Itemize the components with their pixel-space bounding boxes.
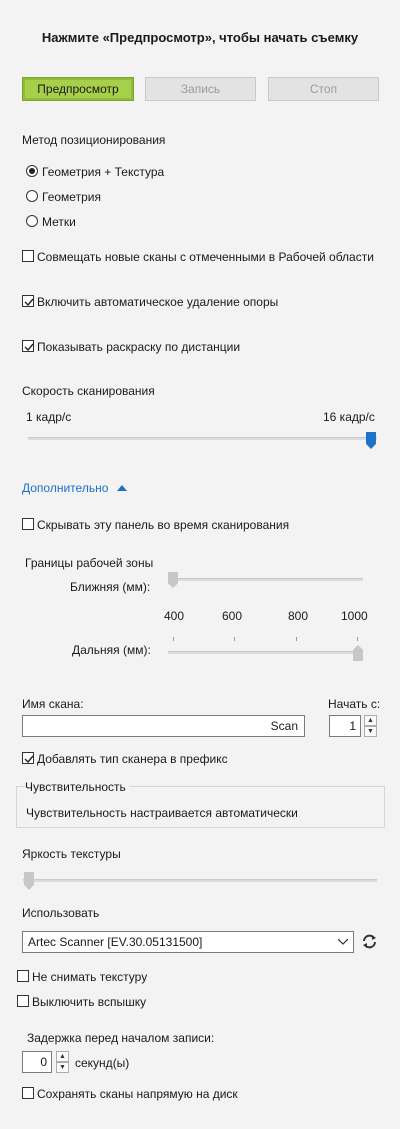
- checkbox-label: Скрывать эту панель во время сканировани…: [37, 518, 290, 532]
- near-label: Ближняя (мм):: [70, 580, 151, 594]
- radio-button[interactable]: [26, 215, 38, 227]
- checkbox-label: Выключить вспышку: [32, 995, 147, 1009]
- delay-unit-label: секунд(ы): [75, 1056, 130, 1070]
- checkbox-label: Не снимать текстуру: [32, 970, 148, 984]
- checkmark-icon: [24, 298, 34, 307]
- scan-speed-label: Скорость сканирования: [22, 384, 155, 398]
- record-button[interactable]: Запись: [145, 77, 256, 101]
- scan-speed-slider-thumb[interactable]: [366, 432, 376, 449]
- align-scans-checkbox[interactable]: Совмещать новые сканы с отмеченными в Ра…: [22, 250, 382, 264]
- tick-mark: [173, 637, 174, 641]
- near-slider-thumb[interactable]: [168, 572, 178, 588]
- increment-button[interactable]: ▲: [364, 715, 377, 726]
- work-zone-label: Границы рабочей зоны: [25, 556, 154, 570]
- radio-label: Метки: [42, 215, 76, 229]
- checkmark-icon: [24, 343, 34, 352]
- checkbox-checked[interactable]: [22, 295, 34, 307]
- checkmark-icon: [24, 755, 34, 764]
- far-slider-thumb[interactable]: [353, 645, 363, 661]
- radio-button-selected[interactable]: [26, 165, 38, 177]
- checkbox[interactable]: [22, 518, 34, 530]
- checkbox[interactable]: [22, 250, 34, 262]
- device-select[interactable]: Artec Scanner [EV.30.05131500]: [22, 931, 354, 953]
- advanced-link[interactable]: Дополнительно: [22, 481, 108, 495]
- start-from-stepper[interactable]: ▲ ▼: [364, 715, 377, 737]
- hide-panel-checkbox[interactable]: Скрывать эту панель во время сканировани…: [22, 518, 382, 532]
- near-slider-track[interactable]: [168, 578, 363, 581]
- start-from-label: Начать с:: [328, 697, 381, 711]
- checkbox-checked[interactable]: [22, 752, 34, 764]
- prefix-checkbox[interactable]: Добавлять тип сканера в префикс: [22, 752, 382, 766]
- use-label: Использовать: [22, 906, 100, 920]
- tick-label: 1000: [341, 609, 368, 623]
- decrement-button[interactable]: ▼: [56, 1062, 69, 1073]
- checkbox-label: Показывать раскраску по дистанции: [37, 340, 241, 354]
- far-label: Дальняя (мм):: [72, 643, 151, 657]
- decrement-button[interactable]: ▼: [364, 726, 377, 737]
- tick-mark: [357, 637, 358, 641]
- base-removal-checkbox[interactable]: Включить автоматическое удаление опоры: [22, 295, 382, 309]
- texture-brightness-label: Яркость текстуры: [22, 847, 121, 861]
- checkbox-label: Добавлять тип сканера в префикс: [37, 752, 228, 766]
- radio-geometry-texture[interactable]: Геометрия + Текстура: [26, 165, 226, 179]
- radio-markers[interactable]: Метки: [26, 215, 226, 229]
- stop-button[interactable]: Стоп: [268, 77, 379, 101]
- checkbox-label: Включить автоматическое удаление опоры: [37, 295, 279, 309]
- device-select-value: Artec Scanner [EV.30.05131500]: [28, 935, 203, 949]
- tick-label: 800: [288, 609, 309, 623]
- advanced-toggle[interactable]: Дополнительно: [22, 481, 142, 495]
- tick-label: 400: [164, 609, 185, 623]
- checkbox[interactable]: [17, 970, 29, 982]
- tick-label: 600: [222, 609, 243, 623]
- tick-mark: [296, 637, 297, 641]
- scan-speed-min-label: 1 кадр/с: [26, 410, 72, 424]
- checkbox-label: Совмещать новые сканы с отмеченными в Ра…: [37, 250, 374, 264]
- refresh-icon[interactable]: [361, 933, 378, 950]
- page-title: Нажмите «Предпросмотр», чтобы начать съе…: [41, 30, 359, 45]
- positioning-label: Метод позиционирования: [22, 133, 166, 147]
- delay-input[interactable]: 0: [22, 1051, 52, 1073]
- chevron-down-icon: [338, 939, 348, 945]
- preview-button[interactable]: Предпросмотр: [22, 77, 134, 101]
- radio-button[interactable]: [26, 190, 38, 202]
- no-flash-checkbox[interactable]: Выключить вспышку: [17, 995, 317, 1009]
- checkbox[interactable]: [17, 995, 29, 1007]
- chevron-up-icon: [117, 485, 127, 491]
- far-slider-track[interactable]: [168, 651, 363, 654]
- checkbox[interactable]: [22, 1087, 34, 1099]
- checkbox-label: Сохранять сканы напрямую на диск: [37, 1087, 238, 1101]
- no-texture-checkbox[interactable]: Не снимать текстуру: [17, 970, 317, 984]
- radio-label: Геометрия: [42, 190, 101, 204]
- checkbox-checked[interactable]: [22, 340, 34, 352]
- delay-stepper[interactable]: ▲ ▼: [56, 1051, 69, 1073]
- radio-geometry[interactable]: Геометрия: [26, 190, 226, 204]
- tick-mark: [234, 637, 235, 641]
- scan-name-input[interactable]: Scan: [22, 715, 305, 737]
- delay-label: Задержка перед началом записи:: [27, 1031, 215, 1045]
- radio-label: Геометрия + Текстура: [42, 165, 165, 179]
- increment-button[interactable]: ▲: [56, 1051, 69, 1062]
- save-to-disk-checkbox[interactable]: Сохранять сканы напрямую на диск: [22, 1087, 322, 1101]
- sensitivity-text: Чувствительность настраивается автоматич…: [26, 806, 298, 820]
- scan-name-label: Имя скана:: [22, 697, 84, 711]
- scan-speed-slider-track[interactable]: [28, 437, 377, 440]
- texture-brightness-track[interactable]: [23, 879, 377, 882]
- distance-color-checkbox[interactable]: Показывать раскраску по дистанции: [22, 340, 382, 354]
- start-from-input[interactable]: 1: [329, 715, 361, 737]
- sensitivity-title: Чувствительность: [25, 780, 129, 794]
- scan-speed-max-label: 16 кадр/с: [323, 410, 375, 424]
- texture-brightness-thumb[interactable]: [24, 872, 34, 890]
